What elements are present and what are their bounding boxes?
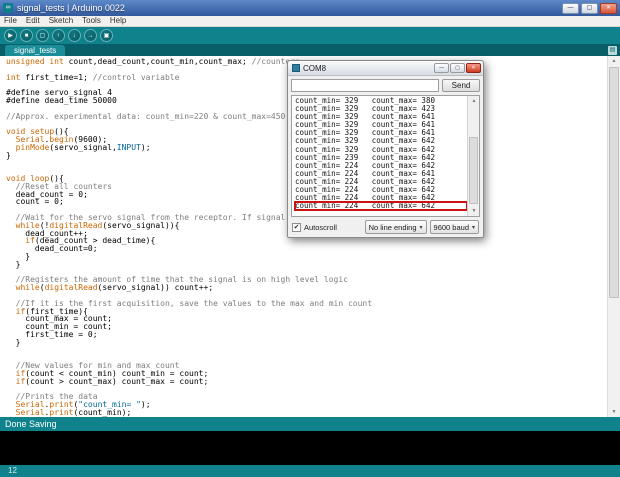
line-indicator: 12 (8, 466, 17, 475)
upload-icon: → (87, 32, 94, 39)
editor-scrollbar[interactable]: ▲ ▼ (607, 56, 620, 417)
code-line: dead_count=0; (6, 244, 98, 254)
open-button[interactable]: ↑ (52, 29, 65, 42)
chevron-down-icon: ▾ (419, 224, 423, 231)
maximize-button[interactable]: ▢ (581, 2, 598, 14)
menu-help[interactable]: Help (110, 16, 126, 26)
minimize-button[interactable]: — (562, 2, 579, 14)
code-line: if(count > count_max) count_max = count; (15, 376, 209, 386)
arduino-app-icon: ∞ (3, 3, 13, 13)
code-line: } (6, 259, 21, 269)
status-bar: Done Saving (0, 417, 620, 431)
serial-scrollbar[interactable]: ▲ ▼ (467, 96, 479, 216)
menu-tools[interactable]: Tools (82, 16, 101, 26)
window-controls: — ▢ ✕ (562, 2, 617, 14)
serial-send-row: Send (288, 76, 483, 95)
code-line: } (6, 251, 31, 261)
code-line: } (6, 337, 21, 347)
code-line: while(digitalRead(servo_signal)) count++… (15, 283, 214, 293)
code-line: Serial.print(count_min); (15, 407, 132, 417)
serial-monitor-titlebar[interactable]: COM8 — ▢ ✕ (288, 61, 483, 76)
footer-strip: 12 (0, 465, 620, 477)
serial-bottom-bar: ✔ Autoscroll No line ending ▾ 9600 baud … (288, 217, 483, 237)
code-line: first_time = 0; (6, 329, 98, 339)
serial-input[interactable] (291, 79, 439, 92)
serial-output: count_min= 329 count_max= 380 count_min= … (292, 96, 467, 216)
menu-edit[interactable]: Edit (26, 16, 40, 26)
stop-icon: ■ (24, 32, 29, 39)
tab-signal-tests[interactable]: signal_tests (5, 45, 66, 56)
scroll-up-icon[interactable]: ▲ (608, 56, 620, 66)
menu-sketch[interactable]: Sketch (49, 16, 73, 26)
baud-rate-value: 9600 baud (433, 222, 469, 232)
status-message: Done Saving (5, 419, 57, 429)
tab-menu-button[interactable]: ▤ (608, 46, 617, 55)
line-ending-value: No line ending (368, 222, 417, 232)
save-button[interactable]: ↓ (68, 29, 81, 42)
window-titlebar: ∞ signal_tests | Arduino 0022 — ▢ ✕ (0, 0, 620, 16)
autoscroll-checkbox[interactable]: ✔ (292, 222, 301, 232)
serial-scrollbar-thumb[interactable] (469, 136, 478, 204)
scroll-down-icon[interactable]: ▼ (608, 407, 620, 417)
upload-button[interactable]: → (84, 29, 97, 42)
serial-row-highlighted: count_min= 224 count_max= 642 (294, 201, 467, 212)
scroll-up-icon[interactable]: ▲ (468, 96, 479, 106)
serial-close-button[interactable]: ✕ (466, 63, 481, 73)
serial-minimize-button[interactable]: — (434, 63, 449, 73)
toolbar: ▶ ■ ▢ ↑ ↓ → ▣ (0, 27, 620, 44)
chevron-down-icon: ▾ (471, 224, 475, 231)
save-icon: ↓ (73, 32, 76, 39)
serial-monitor-window: COM8 — ▢ ✕ Send count_min= 329 count_max… (287, 60, 484, 238)
verify-icon: ▶ (8, 32, 13, 39)
serial-monitor-title: COM8 (303, 63, 327, 73)
window-title: signal_tests | Arduino 0022 (17, 3, 125, 13)
serial-monitor-icon: ▣ (103, 32, 110, 39)
serial-maximize-button[interactable]: ▢ (450, 63, 465, 73)
menu-bar: File Edit Sketch Tools Help (0, 16, 620, 27)
scroll-down-icon[interactable]: ▼ (468, 206, 479, 216)
verify-button[interactable]: ▶ (4, 29, 17, 42)
serial-monitor-button[interactable]: ▣ (100, 29, 113, 42)
baud-rate-dropdown[interactable]: 9600 baud ▾ (429, 220, 479, 234)
tab-bar: signal_tests ▤ (0, 44, 620, 56)
console-output (0, 431, 620, 465)
send-button[interactable]: Send (442, 79, 480, 92)
close-button[interactable]: ✕ (600, 2, 617, 14)
serial-output-wrap: count_min= 329 count_max= 380 count_min= … (291, 95, 480, 217)
new-sketch-button[interactable]: ▢ (36, 29, 49, 42)
line-ending-dropdown[interactable]: No line ending ▾ (364, 220, 427, 234)
editor-scrollbar-thumb[interactable] (609, 67, 619, 299)
code-line: //If it is the first acquisition, save t… (15, 298, 373, 308)
new-sketch-icon: ▢ (39, 32, 46, 39)
open-icon: ↑ (57, 32, 60, 39)
serial-window-icon (292, 64, 300, 72)
menu-file[interactable]: File (4, 16, 17, 26)
arduino-ide-window: ∞ signal_tests | Arduino 0022 — ▢ ✕ File… (0, 0, 620, 477)
autoscroll-label: Autoscroll (304, 222, 337, 232)
stop-button[interactable]: ■ (20, 29, 33, 42)
